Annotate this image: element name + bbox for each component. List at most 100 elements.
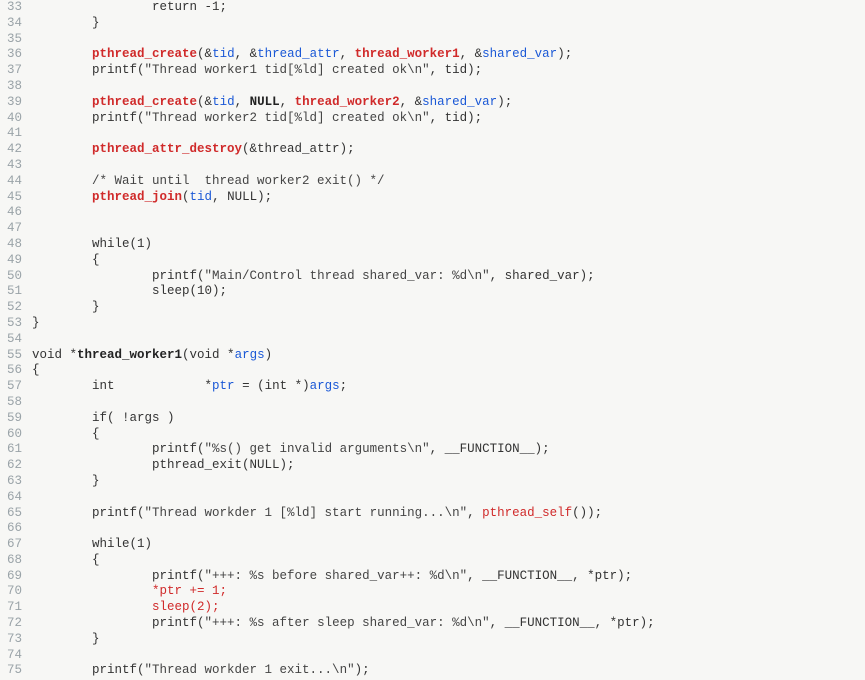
- line-number: 64: [0, 490, 22, 506]
- code-token: if( !args ): [92, 411, 175, 425]
- line-number: 67: [0, 537, 22, 553]
- code-token: pthread_join: [92, 190, 182, 204]
- code-line: pthread_create(&tid, NULL, thread_worker…: [32, 95, 655, 111]
- code-token: "%s() get invalid arguments\n": [205, 442, 430, 456]
- code-line: }: [32, 16, 655, 32]
- line-number: 41: [0, 126, 22, 142]
- code-token: = (int *): [235, 379, 310, 393]
- code-token: thread_worker2: [295, 95, 400, 109]
- line-number: 42: [0, 142, 22, 158]
- code-token: (void *: [182, 348, 235, 362]
- code-line: printf("Main/Control thread shared_var: …: [32, 269, 655, 285]
- line-number: 50: [0, 269, 22, 285]
- line-number: 49: [0, 253, 22, 269]
- code-line: if( !args ): [32, 411, 655, 427]
- code-token: tid: [212, 47, 235, 61]
- code-line: [32, 79, 655, 95]
- code-line: [32, 158, 655, 174]
- line-number: 56: [0, 363, 22, 379]
- line-number: 33: [0, 0, 22, 16]
- line-number: 45: [0, 190, 22, 206]
- code-token: sleep(2);: [152, 600, 220, 614]
- code-token: pthread_create: [92, 95, 197, 109]
- code-line: [32, 648, 655, 664]
- line-number: 34: [0, 16, 22, 32]
- line-number: 68: [0, 553, 22, 569]
- code-token: while(1): [92, 237, 152, 251]
- code-token: printf(: [152, 569, 205, 583]
- code-line: sleep(10);: [32, 284, 655, 300]
- line-number: 40: [0, 111, 22, 127]
- code-line: pthread_create(&tid, &thread_attr, threa…: [32, 47, 655, 63]
- code-line: printf("%s() get invalid arguments\n", _…: [32, 442, 655, 458]
- code-token: , tid);: [430, 63, 483, 77]
- code-token: );: [497, 95, 512, 109]
- code-token: ;: [340, 379, 348, 393]
- code-token: }: [92, 632, 100, 646]
- code-token: ptr: [212, 379, 235, 393]
- code-line: while(1): [32, 237, 655, 253]
- code-token: "Thread worker2 tid[%ld] created ok\n": [145, 111, 430, 125]
- line-number: 53: [0, 316, 22, 332]
- code-token: shared_var: [482, 47, 557, 61]
- line-number: 63: [0, 474, 22, 490]
- line-number: 73: [0, 632, 22, 648]
- line-number: 72: [0, 616, 22, 632]
- line-number: 46: [0, 205, 22, 221]
- code-token: printf(: [152, 616, 205, 630]
- code-line: {: [32, 253, 655, 269]
- line-number: 61: [0, 442, 22, 458]
- code-line: return -1;: [32, 0, 655, 16]
- code-token: ,: [340, 47, 355, 61]
- code-token: printf(: [92, 111, 145, 125]
- line-number: 58: [0, 395, 22, 411]
- code-token: "Thread worker1 tid[%ld] created ok\n": [145, 63, 430, 77]
- code-line: pthread_exit(NULL);: [32, 458, 655, 474]
- line-number: 37: [0, 63, 22, 79]
- line-number: 69: [0, 569, 22, 585]
- line-number: 71: [0, 600, 22, 616]
- code-token: , __FUNCTION__, *ptr);: [490, 616, 655, 630]
- code-token: thread_attr: [257, 47, 340, 61]
- code-line: printf("+++: %s before shared_var++: %d\…: [32, 569, 655, 585]
- code-token: args: [235, 348, 265, 362]
- line-number: 51: [0, 284, 22, 300]
- code-token: ,: [467, 506, 482, 520]
- code-line: while(1): [32, 537, 655, 553]
- code-token: args: [310, 379, 340, 393]
- code-line: *ptr += 1;: [32, 584, 655, 600]
- line-number: 62: [0, 458, 22, 474]
- line-number: 66: [0, 521, 22, 537]
- line-number: 70: [0, 584, 22, 600]
- code-token: "Thread workder 1 exit...\n": [145, 663, 355, 677]
- line-number: 54: [0, 332, 22, 348]
- code-token: );: [355, 663, 370, 677]
- line-number: 74: [0, 648, 22, 664]
- code-token: "+++: %s before shared_var++: %d\n": [205, 569, 468, 583]
- code-token: (: [182, 190, 190, 204]
- code-line: printf("Thread worker2 tid[%ld] created …: [32, 111, 655, 127]
- code-token: , &: [235, 47, 258, 61]
- code-line: printf("Thread workder 1 exit...\n");: [32, 663, 655, 679]
- code-token: tid: [190, 190, 213, 204]
- code-token: "Main/Control thread shared_var: %d\n": [205, 269, 490, 283]
- code-line: {: [32, 427, 655, 443]
- code-token: }: [32, 316, 40, 330]
- code-token: , &: [400, 95, 423, 109]
- code-token: return -1;: [152, 0, 227, 14]
- code-token: pthread_self: [482, 506, 572, 520]
- code-line: }: [32, 300, 655, 316]
- code-line: [32, 126, 655, 142]
- code-token: /* Wait until thread worker2 exit() */: [92, 174, 385, 188]
- code-token: , tid);: [430, 111, 483, 125]
- line-number: 65: [0, 506, 22, 522]
- code-line: /* Wait until thread worker2 exit() */: [32, 174, 655, 190]
- code-token: {: [32, 363, 40, 377]
- code-token: shared_var: [422, 95, 497, 109]
- code-token: {: [92, 553, 100, 567]
- code-token: , NULL);: [212, 190, 272, 204]
- code-token: "Thread workder 1 [%ld] start running...…: [145, 506, 468, 520]
- code-line: {: [32, 363, 655, 379]
- code-token: printf(: [92, 663, 145, 677]
- code-token: while(1): [92, 537, 152, 551]
